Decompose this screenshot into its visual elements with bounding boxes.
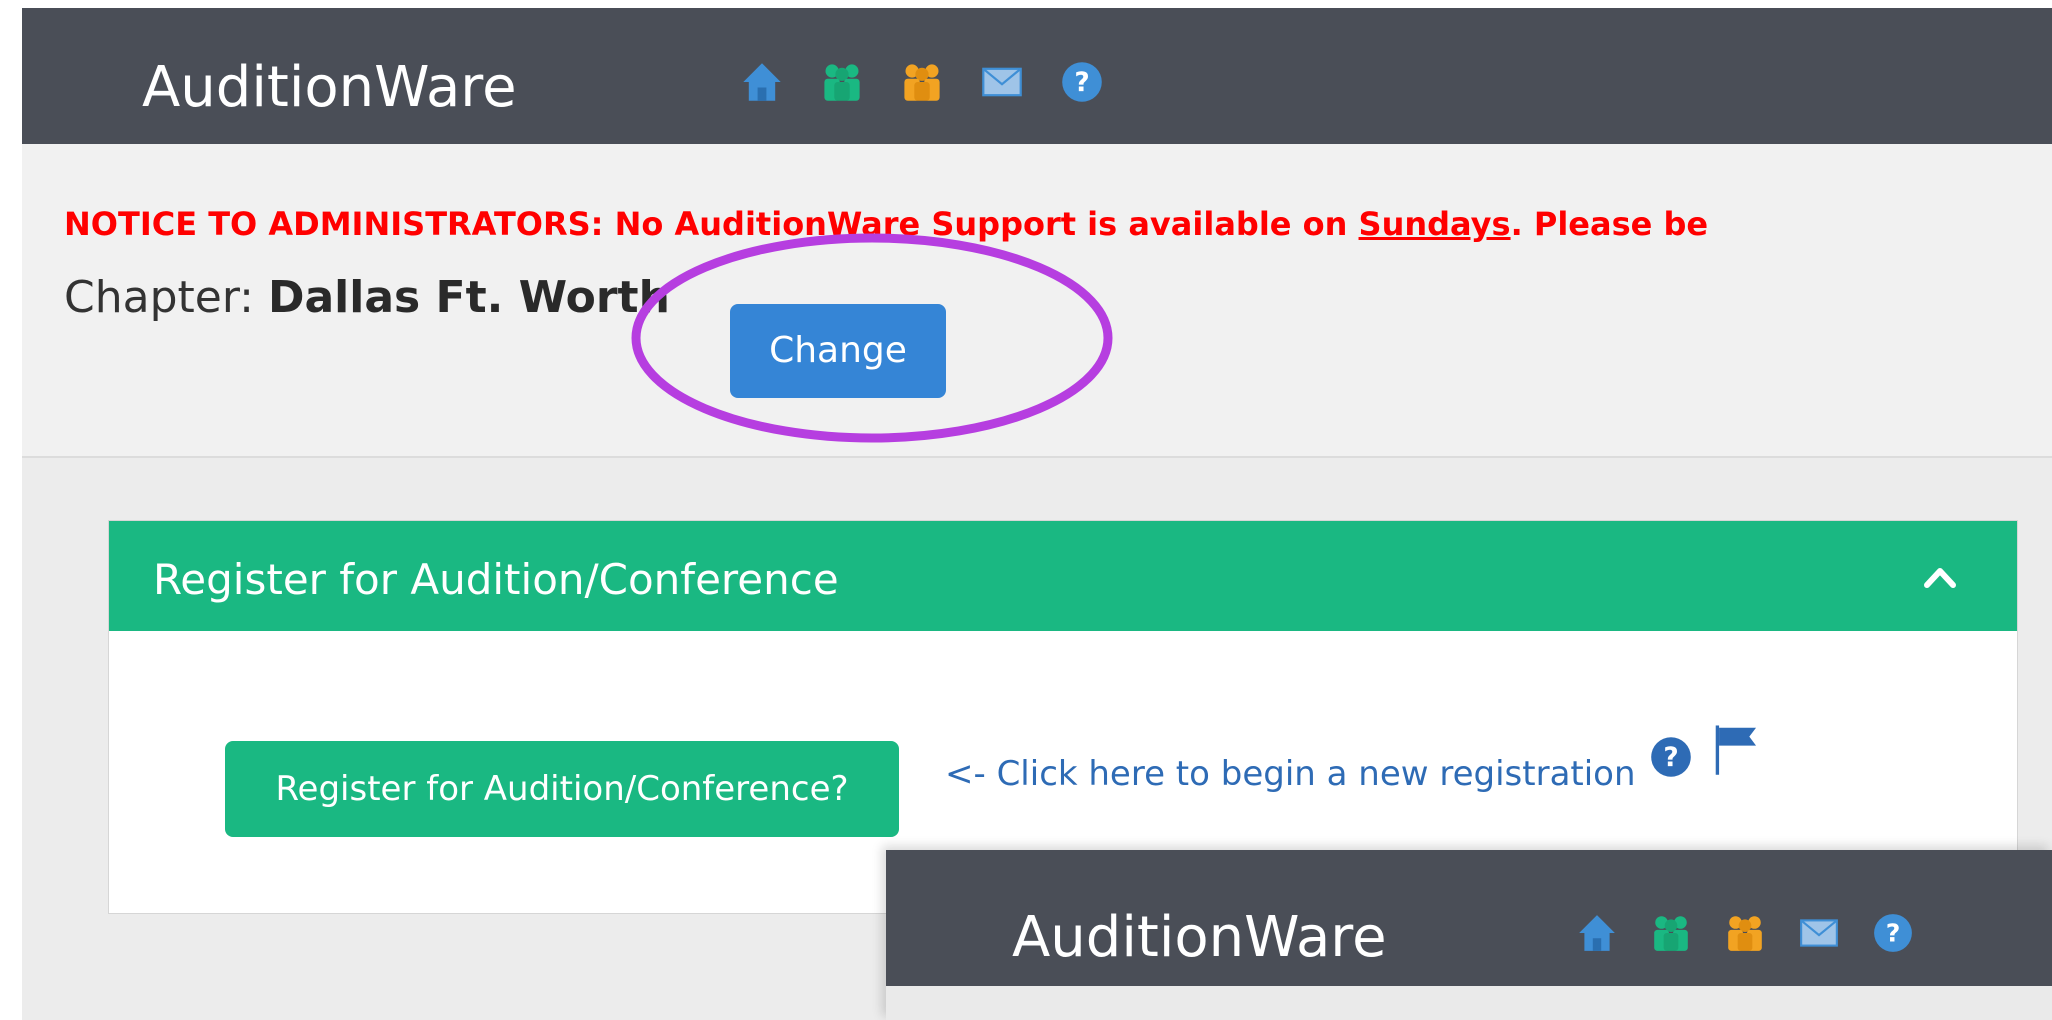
svg-text:?: ? [1886,918,1901,947]
notice-sundays: Sundays [1358,205,1511,243]
overlay-navbar-icons: ? [1576,912,1914,954]
mail-icon[interactable] [980,60,1024,104]
svg-text:?: ? [1663,742,1678,773]
change-chapter-button[interactable]: Change [730,304,946,398]
register-panel-header[interactable]: Register for Audition/Conference [109,521,2017,631]
chapter-info: Chapter: Dallas Ft. Worth [64,276,670,320]
chapter-name: Dallas Ft. Worth [267,272,670,323]
admin-notice: NOTICE TO ADMINISTRATORS: No AuditionWar… [64,205,1709,243]
home-icon[interactable] [740,60,784,104]
svg-text:?: ? [1074,67,1089,98]
participants-icon [1654,916,1688,951]
home-icon [1579,915,1615,951]
participants-icon[interactable] [820,60,864,104]
help-icon[interactable]: ? [1649,735,1693,779]
register-hint: <- Click here to begin a new registratio… [945,754,1636,794]
overlay-content-strip [886,986,2052,1020]
mail-icon [1800,919,1838,947]
top-navbar: AuditionWare ? [22,8,2052,144]
overlay-screenshot-navbar: AuditionWare ? [886,850,2052,1020]
app-screen: AuditionWare ? NOTICE TO ADMINISTRATORS:… [22,8,2052,1020]
chevron-up-icon[interactable] [1923,561,1957,591]
help-icon: ? [1874,914,1912,952]
help-icon[interactable]: ? [1060,60,1104,104]
navbar-icons: ? [740,60,1104,104]
register-button[interactable]: Register for Audition/Conference? [225,741,899,837]
members-icon[interactable] [900,60,944,104]
overlay-app-brand: AuditionWare [1012,905,1387,970]
flag-icon[interactable] [1709,721,1765,777]
panel-title: Register for Audition/Conference [153,555,839,604]
app-brand[interactable]: AuditionWare [142,60,517,116]
chapter-label: Chapter: [64,272,268,323]
members-icon [1728,916,1762,951]
